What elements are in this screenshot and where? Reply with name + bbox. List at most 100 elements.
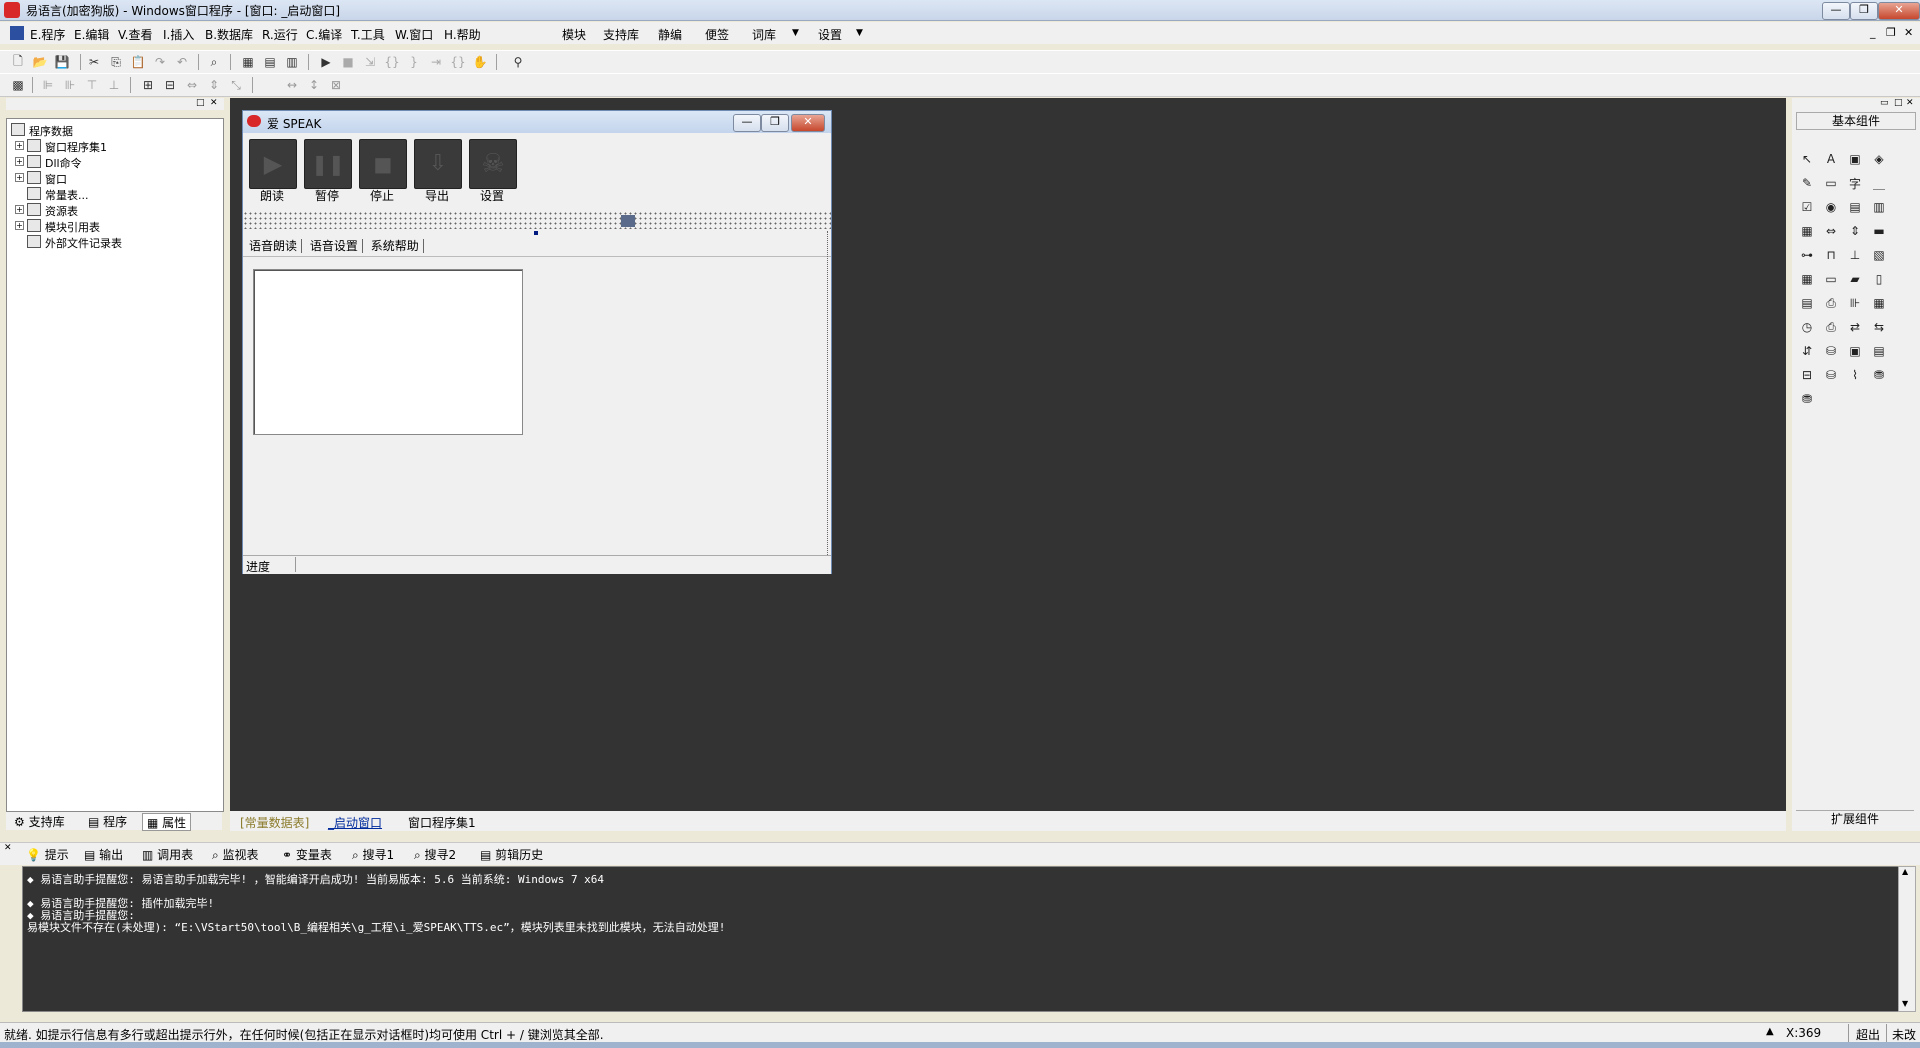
menu-compile[interactable]: C.编译 — [306, 26, 342, 43]
slider-icon[interactable]: ⊶ — [1798, 246, 1816, 264]
same-height-icon[interactable]: ⇕ — [206, 77, 222, 93]
step-into-icon[interactable]: ⇲ — [362, 54, 378, 70]
tab-system-help[interactable]: 系统帮助 — [366, 239, 424, 253]
tab-support-lib[interactable]: ⚙ 支持库 — [10, 813, 69, 829]
menu-run[interactable]: R.运行 — [262, 26, 298, 43]
tab-speech-settings[interactable]: 语音设置 — [305, 239, 363, 253]
layout3-icon[interactable]: ▥ — [284, 54, 300, 70]
mdi-restore-button[interactable]: ❐ — [1886, 26, 1896, 39]
menu-settings[interactable]: 设置 — [818, 26, 842, 43]
menu-database[interactable]: B.数据库 — [205, 26, 253, 43]
combobox-icon[interactable]: ▤ — [1846, 198, 1864, 216]
table-icon[interactable]: ▦ — [1870, 294, 1888, 312]
scroll-h-icon[interactable]: ⇔ — [1822, 222, 1840, 240]
tab-hint[interactable]: 💡 提示 — [26, 846, 69, 862]
new-file-icon[interactable]: 🗋 — [10, 54, 26, 70]
menu-edit[interactable]: E.编辑 — [74, 26, 109, 43]
tab-variable-table[interactable]: ⚭ 变量表 — [282, 846, 332, 862]
hand-icon[interactable]: ✋ — [472, 54, 488, 70]
form-maximize-button[interactable]: ❐ — [761, 114, 789, 132]
menu-view[interactable]: V.查看 — [118, 26, 152, 43]
tree-item[interactable]: + 资源表 — [7, 201, 217, 218]
mdi-close-button[interactable]: ✕ — [1904, 26, 1913, 39]
panel-pin-icon[interactable]: □ — [1894, 98, 1903, 108]
spin-icon[interactable]: ⊥ — [1846, 246, 1864, 264]
frame-icon[interactable]: ▭ — [1822, 174, 1840, 192]
image-list-icon[interactable]: ▧ — [1870, 246, 1888, 264]
tree-item[interactable]: + 模块引用表 — [7, 217, 217, 234]
tab-speech-read[interactable]: 语音朗读 — [249, 239, 303, 253]
tab-order-icon[interactable]: ⊠ — [328, 77, 344, 93]
tree-item[interactable]: 常量表... — [7, 185, 217, 202]
save-icon[interactable]: 💾 — [54, 54, 70, 70]
com-icon[interactable]: ⇵ — [1798, 342, 1816, 360]
tab-window-assembly[interactable]: 窗口程序集1 — [408, 814, 476, 831]
undo-icon[interactable]: ↶ — [174, 54, 190, 70]
basic-components-header[interactable]: 基本组件 — [1796, 112, 1916, 130]
settings-button[interactable]: ☠ — [469, 139, 517, 189]
step-out-icon[interactable]: } — [406, 54, 422, 70]
menu-modules[interactable]: 模块 — [562, 26, 586, 43]
panel-restore-icon[interactable]: ▭ — [1880, 98, 1889, 108]
tree-view-icon[interactable]: ⊟ — [1798, 366, 1816, 384]
panel-pin-icon[interactable]: □ — [196, 98, 205, 108]
menu-support-lib[interactable]: 支持库 — [603, 26, 639, 43]
chart-icon[interactable]: ⌇ — [1846, 366, 1864, 384]
mdi-minimize-button[interactable]: _ — [1870, 26, 1876, 39]
expand-toggle-icon[interactable]: + — [15, 205, 24, 214]
listbox-icon[interactable]: ▥ — [1870, 198, 1888, 216]
align-bottom-icon[interactable]: ⊥ — [106, 77, 122, 93]
menu-insert[interactable]: I.插入 — [163, 26, 194, 43]
tab-constant-data[interactable]: [常量数据表] — [240, 814, 309, 831]
expand-toggle-icon[interactable]: + — [15, 157, 24, 166]
align-left-icon[interactable]: ⊫ — [40, 77, 56, 93]
odbc2-icon[interactable]: ⛃ — [1798, 390, 1816, 408]
tab-icon[interactable]: ⊓ — [1822, 246, 1840, 264]
menu-program[interactable]: E.程序 — [30, 26, 65, 43]
read-button[interactable]: ▶ — [249, 139, 297, 189]
menu-static-compile[interactable]: 静编 — [658, 26, 682, 43]
same-width-icon[interactable]: ⇔ — [184, 77, 200, 93]
settings-dropdown-icon[interactable]: ▼ — [856, 28, 863, 38]
tab-clip-history[interactable]: ▤ 剪辑历史 — [480, 846, 543, 862]
space-vertical-icon[interactable]: ↕ — [306, 77, 322, 93]
tab-search1[interactable]: ⌕ 搜寻1 — [352, 846, 394, 862]
socket-icon[interactable]: ⎙ — [1822, 318, 1840, 336]
printer-icon[interactable]: ⎙ — [1822, 294, 1840, 312]
selection-handle[interactable] — [534, 231, 538, 235]
output-scrollbar[interactable]: ▲ ▼ — [1898, 866, 1916, 1012]
same-size-icon[interactable]: ⤡ — [228, 77, 244, 93]
file-icon[interactable]: ▯ — [1870, 270, 1888, 288]
splitter-icon[interactable]: ⊪ — [1846, 294, 1864, 312]
output-close-icon[interactable]: ✕ — [4, 843, 12, 853]
maximize-button[interactable]: ❐ — [1850, 2, 1878, 20]
find-icon[interactable]: ⌕ — [206, 54, 222, 70]
tab-search2[interactable]: ⌕ 搜寻2 — [414, 846, 456, 862]
binoculars-icon[interactable]: ⚲ — [510, 54, 526, 70]
tree-item[interactable]: 外部文件记录表 — [7, 233, 217, 250]
progress-icon[interactable]: ▬ — [1870, 222, 1888, 240]
align-right-icon[interactable]: ⊪ — [62, 77, 78, 93]
scroll-up-icon[interactable]: ▲ — [1902, 867, 1908, 876]
redo-icon[interactable]: ↷ — [152, 54, 168, 70]
tab-output[interactable]: ▤ 输出 — [84, 846, 123, 862]
pause-button[interactable]: ❚❚ — [304, 139, 352, 189]
client-icon[interactable]: ⇄ — [1846, 318, 1864, 336]
list-view-icon[interactable]: ▤ — [1870, 342, 1888, 360]
picture-icon[interactable]: ▣ — [1846, 150, 1864, 168]
datepicker-icon[interactable]: ▭ — [1822, 270, 1840, 288]
dictionary-dropdown-icon[interactable]: ▼ — [792, 28, 799, 38]
tree-item[interactable]: + Dll命令 — [7, 153, 217, 170]
panel-close-icon[interactable]: ✕ — [1906, 98, 1914, 108]
panel-close-icon[interactable]: ✕ — [210, 98, 218, 108]
layout1-icon[interactable]: ▦ — [240, 54, 256, 70]
line-icon[interactable]: ＿ — [1870, 174, 1888, 192]
text-icon[interactable]: 字 — [1846, 174, 1864, 192]
open-folder-icon[interactable]: 📂 — [32, 54, 48, 70]
drive-icon[interactable]: ⛁ — [1822, 342, 1840, 360]
menu-tools[interactable]: T.工具 — [351, 26, 385, 43]
tab-startup-window[interactable]: _启动窗口 — [328, 814, 382, 831]
run-icon[interactable]: ▶ — [318, 54, 334, 70]
odbc-icon[interactable]: ⛃ — [1870, 366, 1888, 384]
stop-icon[interactable]: ■ — [340, 54, 356, 70]
